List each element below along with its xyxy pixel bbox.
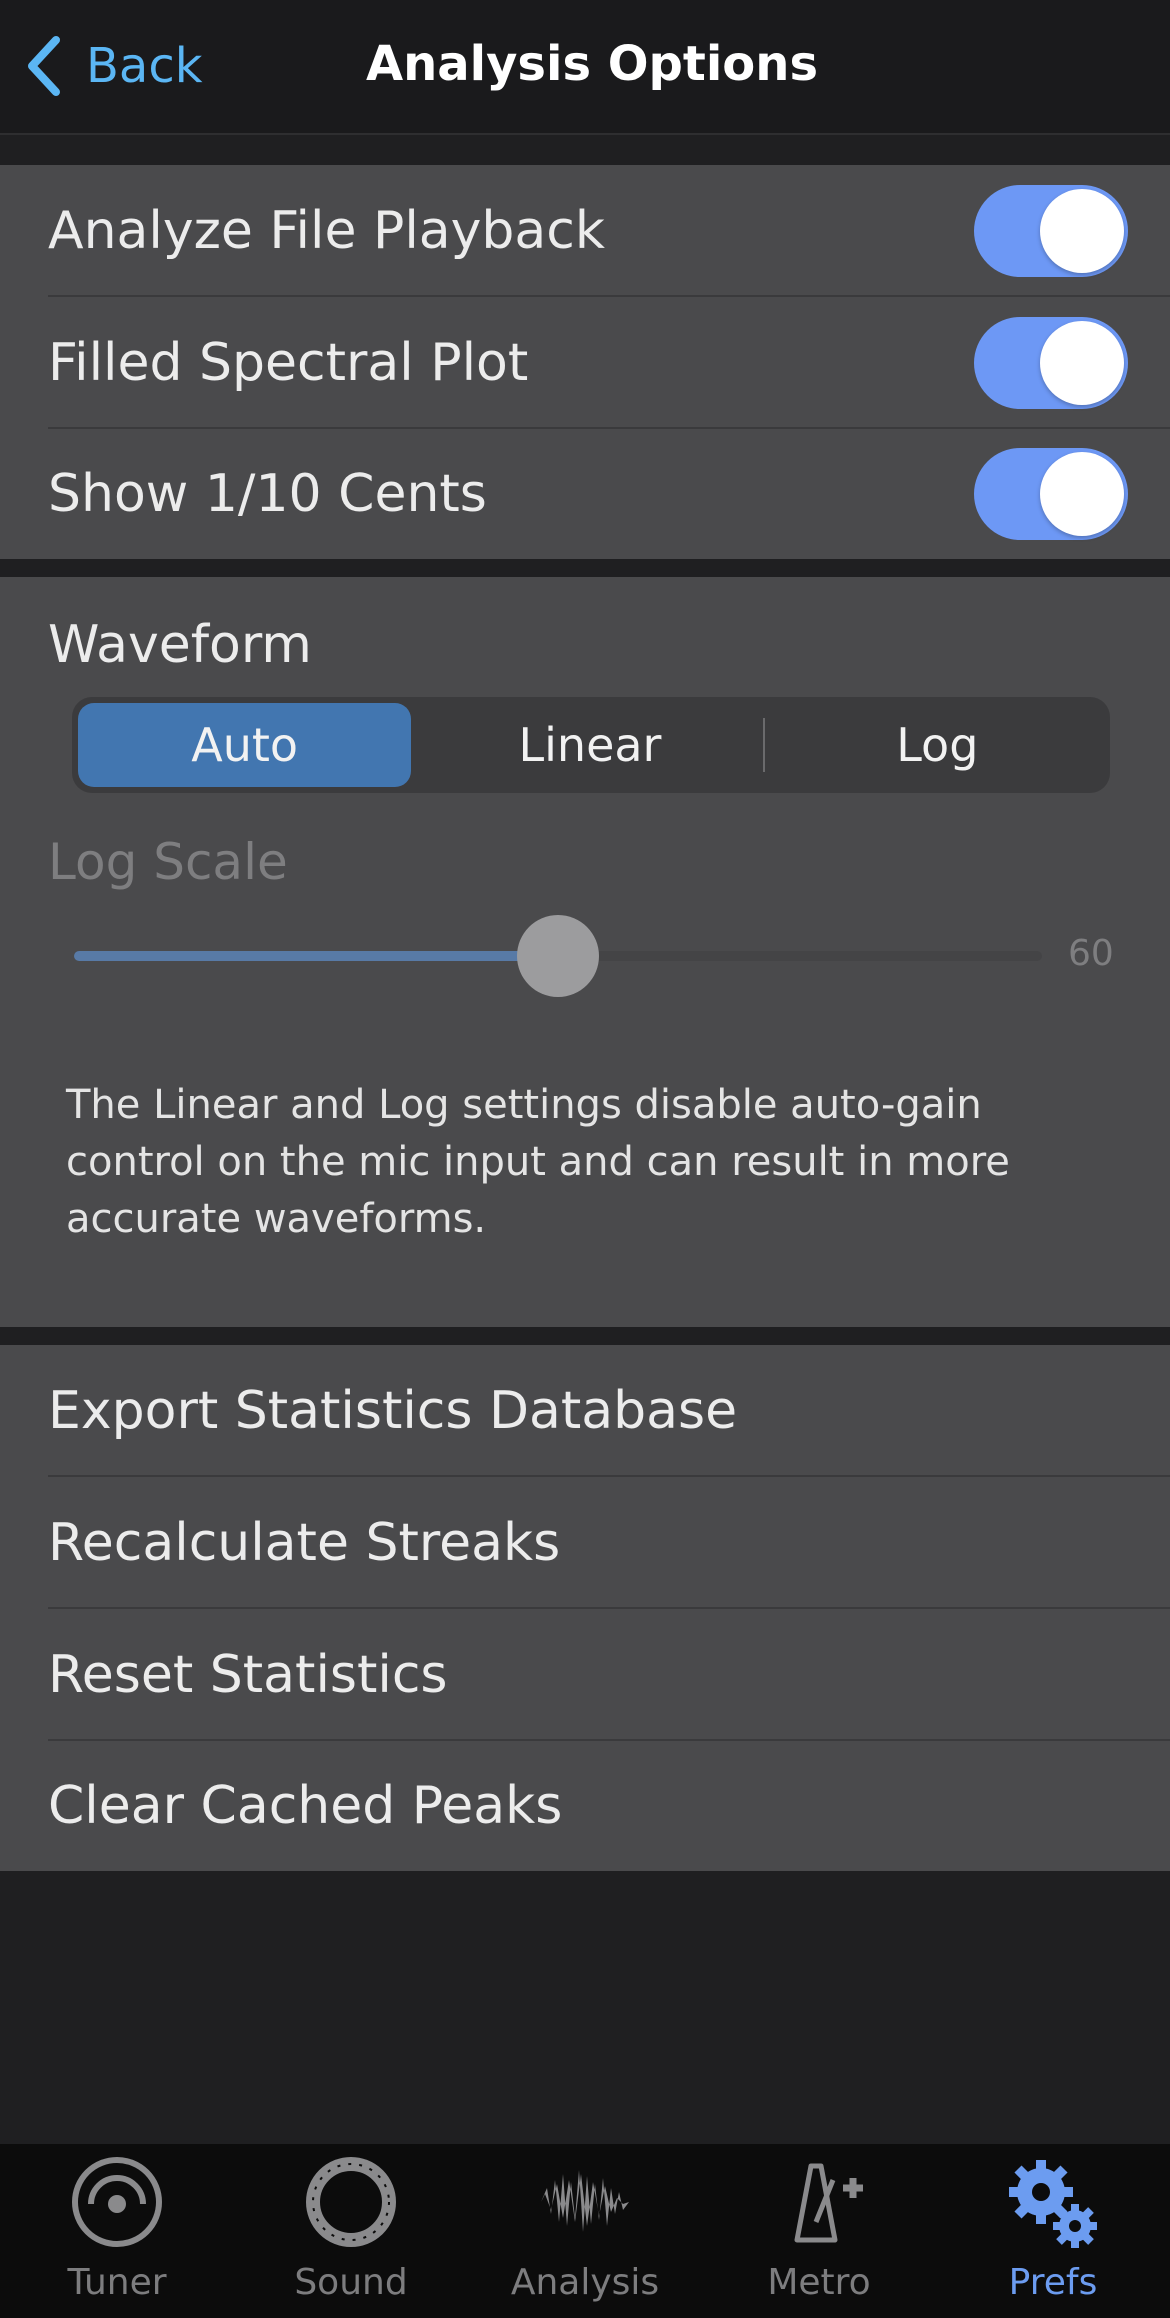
waveform-title: Waveform [48, 615, 312, 675]
segment-log[interactable]: Log [771, 703, 1104, 787]
setting-label: Show 1/10 Cents [48, 464, 487, 524]
waveform-segmented-control: Auto Linear Log [72, 697, 1110, 793]
waveform-icon [541, 2170, 629, 2232]
tab-sound[interactable]: Sound [234, 2144, 468, 2318]
tab-analysis[interactable]: Analysis [468, 2144, 702, 2318]
slider-thumb[interactable] [517, 915, 599, 997]
sound-icon [306, 2157, 396, 2247]
filled-spectral-plot-toggle[interactable] [974, 317, 1128, 409]
tab-metro[interactable]: Metro [702, 2144, 936, 2318]
tab-label: Metro [767, 2262, 871, 2303]
slider-fill [74, 951, 558, 961]
tab-bar: Tuner Sound Analysis Metro Prefs [0, 2144, 1170, 2318]
action-label: Reset Statistics [48, 1645, 448, 1705]
log-scale-slider[interactable] [74, 915, 1042, 997]
tab-prefs[interactable]: Prefs [936, 2144, 1170, 2318]
toggle-knob [1040, 452, 1124, 536]
statistics-actions-group: Export Statistics Database Recalculate S… [0, 1345, 1170, 1871]
waveform-settings-group: Waveform Auto Linear Log Log Scale 60 Th… [0, 577, 1170, 1327]
segment-auto[interactable]: Auto [78, 703, 412, 787]
tab-label: Analysis [510, 2262, 660, 2303]
segment-divider [762, 718, 765, 772]
metronome-icon [794, 2163, 863, 2243]
log-scale-value: 60 [1068, 933, 1114, 974]
action-recalculate-streaks[interactable]: Recalculate Streaks [0, 1477, 1170, 1609]
setting-label: Analyze File Playback [48, 201, 605, 261]
action-label: Clear Cached Peaks [48, 1776, 563, 1836]
segment-linear[interactable]: Linear [423, 703, 756, 787]
tuner-icon [72, 2157, 162, 2247]
setting-row-show-tenth-cents: Show 1/10 Cents [0, 429, 1170, 559]
action-label: Export Statistics Database [48, 1381, 738, 1441]
navigation-bar: Back Analysis Options [0, 0, 1170, 135]
action-label: Recalculate Streaks [48, 1513, 561, 1573]
toggle-settings-group: Analyze File Playback Filled Spectral Pl… [0, 165, 1170, 559]
log-scale-label: Log Scale [48, 833, 288, 891]
waveform-info-text: The Linear and Log settings disable auto… [66, 1082, 1010, 1242]
tab-label: Tuner [67, 2262, 167, 2303]
show-tenth-cents-toggle[interactable] [974, 448, 1128, 540]
toggle-knob [1040, 189, 1124, 273]
action-clear-cached-peaks[interactable]: Clear Cached Peaks [0, 1741, 1170, 1871]
analyze-file-playback-toggle[interactable] [974, 185, 1128, 277]
tab-label: Sound [294, 2262, 408, 2303]
gears-icon [1009, 2160, 1097, 2248]
setting-row-filled-spectral-plot: Filled Spectral Plot [0, 297, 1170, 429]
setting-row-analyze-file-playback: Analyze File Playback [0, 165, 1170, 297]
toggle-knob [1040, 321, 1124, 405]
action-reset-statistics[interactable]: Reset Statistics [0, 1609, 1170, 1741]
page-title: Analysis Options [365, 36, 819, 92]
tab-label: Prefs [1008, 2262, 1098, 2303]
setting-label: Filled Spectral Plot [48, 333, 529, 393]
tab-tuner[interactable]: Tuner [0, 2144, 234, 2318]
action-export-statistics-database[interactable]: Export Statistics Database [0, 1345, 1170, 1477]
